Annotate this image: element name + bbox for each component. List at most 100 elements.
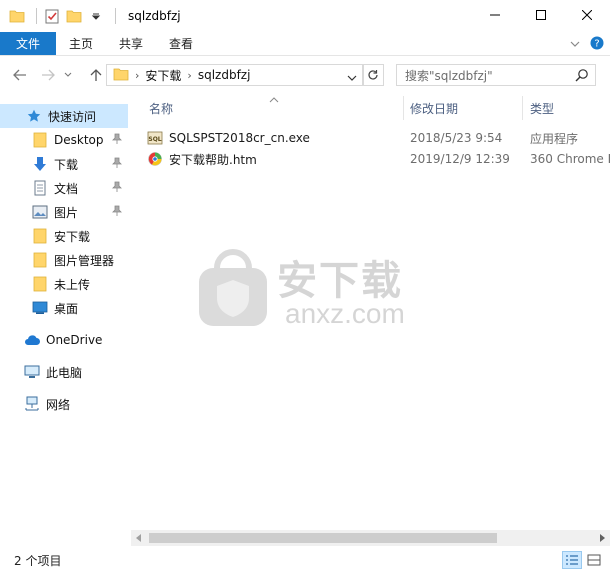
file-list-pane: 名称 修改日期 类型 SQL SQLSPST2018cr_cn.exe 2018… [131, 94, 610, 546]
watermark: 安下载 anxz.com [197, 244, 417, 334]
expand-ribbon-icon[interactable] [570, 37, 580, 51]
folder-icon [32, 252, 48, 268]
sidebar-item-this-pc[interactable]: 此电脑 [0, 360, 128, 384]
search-placeholder: 搜索"sqlzdbfzj" [405, 68, 493, 83]
up-button[interactable] [84, 63, 108, 87]
new-folder-icon[interactable] [65, 7, 83, 25]
file-name: 安下载帮助.htm [169, 152, 257, 167]
scrollbar-thumb[interactable] [149, 533, 497, 543]
column-divider[interactable] [522, 96, 523, 120]
breadcrumb-segment[interactable]: 安下载 [145, 67, 181, 84]
sort-ascending-icon [269, 94, 279, 106]
navigation-pane: 快速访问 Desktop 下载 文档 图片 安下载 图片管理器 未上传 桌面 O… [0, 94, 130, 546]
tab-view[interactable]: 查看 [156, 32, 206, 55]
toolbar-divider [36, 8, 37, 24]
sidebar-item-onedrive[interactable]: OneDrive [0, 328, 128, 352]
properties-icon[interactable] [43, 7, 61, 25]
html-doc-icon [147, 151, 163, 167]
breadcrumb-chevron-icon[interactable]: › [135, 69, 139, 82]
folder-icon [8, 7, 26, 25]
sidebar-item-picture-manager[interactable]: 图片管理器 [0, 248, 128, 272]
pin-icon[interactable] [112, 205, 122, 220]
sidebar-item-label: 下载 [54, 157, 79, 172]
file-type: 应用程序 [530, 131, 579, 146]
scroll-right-icon[interactable] [594, 530, 610, 546]
navigation-bar: › 安下载 › sqlzdbfzj 搜索"sqlzdbfzj" [0, 56, 610, 94]
close-button[interactable] [564, 0, 610, 30]
address-dropdown-icon[interactable] [347, 71, 357, 85]
file-modified: 2018/5/23 9:54 [410, 131, 503, 145]
sidebar-item-label: 网络 [46, 397, 71, 412]
column-header-modified[interactable]: 修改日期 [410, 94, 458, 122]
search-icon[interactable] [575, 68, 589, 85]
sidebar-item-quick-access[interactable]: 快速访问 [0, 104, 128, 128]
minimize-button[interactable] [472, 0, 518, 30]
breadcrumb-chevron-icon[interactable]: › [187, 69, 191, 82]
svg-text:?: ? [594, 38, 599, 49]
scroll-left-icon[interactable] [131, 530, 147, 546]
folder-icon [32, 276, 48, 292]
back-button[interactable] [8, 63, 32, 87]
watermark-logo-icon [199, 249, 267, 326]
exe-icon: SQL [147, 130, 163, 146]
file-row[interactable]: SQL SQLSPST2018cr_cn.exe 2018/5/23 9:54 … [147, 127, 610, 149]
window-controls [472, 0, 610, 30]
status-bar: 2 个项目 [0, 548, 610, 572]
folder-icon [32, 228, 48, 244]
pin-icon[interactable] [112, 157, 122, 172]
help-icon[interactable]: ? [590, 36, 604, 53]
pin-icon[interactable] [112, 133, 122, 148]
sidebar-item-label: Desktop [54, 133, 104, 147]
sidebar-item-label: 未上传 [54, 277, 91, 292]
forward-button[interactable] [36, 63, 60, 87]
file-row[interactable]: 安下载帮助.htm 2019/12/9 12:39 360 Chrome HTM… [147, 148, 610, 170]
tab-home[interactable]: 主页 [56, 32, 106, 55]
details-view-icon[interactable] [562, 551, 582, 569]
item-count: 2 个项目 [14, 553, 62, 568]
tab-file[interactable]: 文件 [0, 32, 57, 55]
watermark-en: anxz.com [285, 298, 405, 329]
network-icon [24, 396, 40, 412]
sidebar-item-label: 安下载 [54, 229, 91, 244]
window-title: sqlzdbfzj [128, 9, 181, 23]
sidebar-item-network[interactable]: 网络 [0, 392, 128, 416]
cloud-icon [24, 332, 40, 348]
address-bar[interactable]: › 安下载 › sqlzdbfzj [106, 64, 364, 86]
computer-icon [24, 364, 40, 380]
sidebar-item-downloads[interactable]: 下载 [0, 152, 128, 176]
ribbon-right-controls: ? [570, 32, 604, 56]
file-type: 360 Chrome HTML Document [530, 152, 610, 166]
tab-share[interactable]: 共享 [106, 32, 156, 55]
ribbon-tabs: 文件 主页 共享 查看 ? [0, 32, 610, 56]
column-divider[interactable] [403, 96, 404, 120]
column-header-name[interactable]: 名称 [149, 94, 173, 122]
folder-icon [113, 67, 129, 84]
large-icons-view-icon[interactable] [584, 551, 604, 569]
sidebar-item-label: 桌面 [54, 301, 79, 316]
folder-icon [32, 132, 48, 148]
view-switcher [562, 551, 604, 569]
download-arrow-icon [32, 156, 48, 172]
search-box[interactable]: 搜索"sqlzdbfzj" [396, 64, 596, 86]
sidebar-item-desktop-cn[interactable]: 桌面 [0, 296, 128, 320]
sidebar-item-label: 此电脑 [46, 365, 83, 380]
horizontal-scrollbar[interactable] [131, 530, 610, 546]
sidebar-item-not-uploaded[interactable]: 未上传 [0, 272, 128, 296]
sidebar-item-anxiazai[interactable]: 安下载 [0, 224, 128, 248]
customize-toolbar-icon[interactable] [87, 7, 105, 25]
picture-icon [32, 204, 48, 220]
column-header-type[interactable]: 类型 [530, 94, 554, 122]
breadcrumb-segment[interactable]: sqlzdbfzj [198, 68, 251, 82]
sidebar-item-documents[interactable]: 文档 [0, 176, 128, 200]
maximize-button[interactable] [518, 0, 564, 30]
sidebar-item-label: 文档 [54, 181, 79, 196]
sidebar-item-pictures[interactable]: 图片 [0, 200, 128, 224]
sidebar-item-label: OneDrive [46, 333, 103, 347]
recent-locations-button[interactable] [60, 63, 76, 87]
star-icon [26, 108, 42, 124]
pin-icon[interactable] [112, 181, 122, 196]
sidebar-item-label: 图片 [54, 205, 79, 220]
refresh-button[interactable] [362, 64, 384, 86]
sidebar-item-desktop[interactable]: Desktop [0, 128, 128, 152]
svg-text:SQL: SQL [148, 136, 161, 143]
